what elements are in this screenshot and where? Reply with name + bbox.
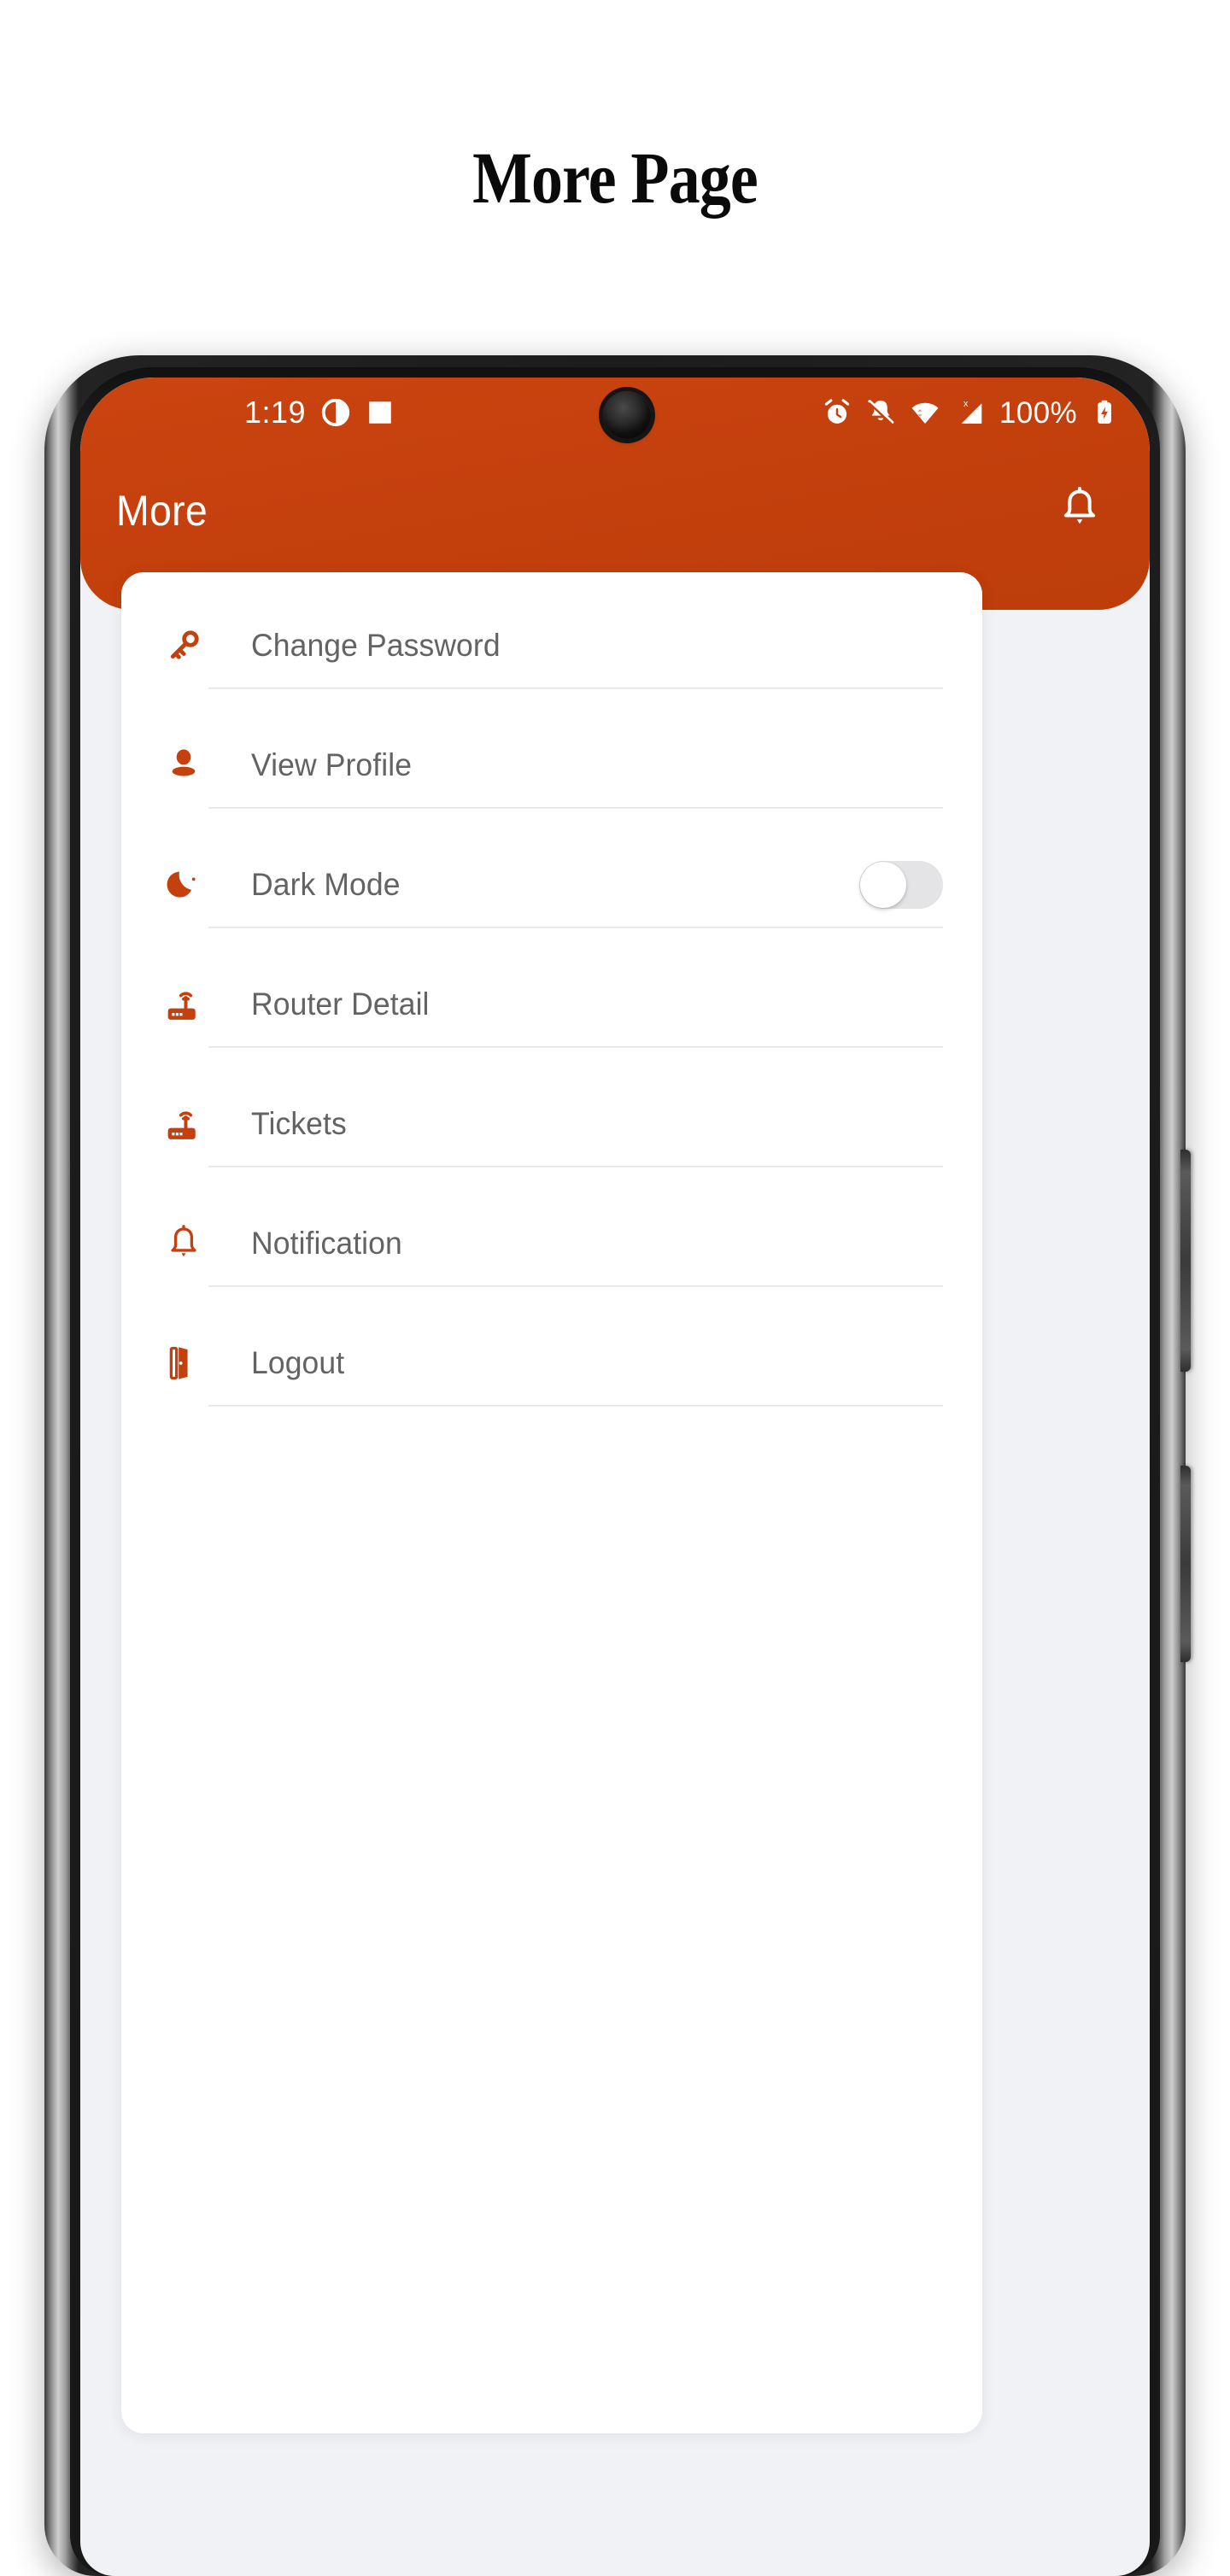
menu-item-view-profile[interactable]: View Profile (121, 723, 982, 807)
menu-divider (208, 1405, 943, 1406)
menu-gap (121, 688, 982, 723)
menu-item-dark-mode[interactable]: Dark Mode (121, 842, 982, 927)
phone-screen: 1:19 x 100% More Change Password View Pr… (80, 378, 1150, 2576)
phone-mockup: 1:19 x 100% More Change Password View Pr… (44, 355, 1191, 2576)
menu-item-change-password[interactable]: Change Password (121, 603, 982, 688)
logout-door-icon (162, 1342, 219, 1385)
screen-record-icon (319, 396, 352, 429)
menu-divider (208, 927, 943, 928)
menu-item-tickets[interactable]: Tickets (121, 1081, 982, 1166)
battery-percent-label: 100% (999, 395, 1077, 430)
moon-stars-icon (162, 864, 219, 906)
menu-item-label: Tickets (251, 1105, 347, 1141)
status-bar-right: x 100% (822, 396, 1119, 429)
menu-item-notification[interactable]: Notification (121, 1201, 982, 1285)
volume-rocker-button[interactable] (1180, 1150, 1191, 1372)
menu-item-label: Dark Mode (251, 866, 401, 902)
menu-divider (208, 1046, 943, 1047)
menu-gap (121, 1167, 982, 1201)
wifi-icon (909, 396, 941, 429)
settings-menu-list: Change Password View Profile Dark Mode R… (121, 603, 982, 1406)
person-icon (162, 744, 219, 787)
bell-outline-icon (162, 1222, 219, 1265)
toggle-knob (860, 861, 906, 908)
router-icon (162, 1103, 219, 1145)
menu-gap (121, 808, 982, 842)
menu-item-label: Router Detail (251, 986, 430, 1022)
bell-icon (1056, 485, 1104, 537)
app-bar: More (80, 460, 1150, 562)
punch-hole-camera (603, 391, 651, 439)
menu-gap (121, 1047, 982, 1081)
battery-charging-icon (1090, 398, 1119, 427)
alarm-icon (822, 397, 852, 428)
menu-divider (208, 1285, 943, 1286)
signal-no-sim-icon: x (954, 396, 987, 429)
menu-divider (208, 807, 943, 808)
menu-gap (121, 928, 982, 962)
settings-card: Change Password View Profile Dark Mode R… (121, 572, 982, 2433)
menu-item-trailing (859, 860, 943, 909)
dark-mode-toggle[interactable] (859, 860, 943, 909)
menu-divider (208, 1166, 943, 1167)
bell-muted-icon (865, 397, 896, 428)
page-title: More Page (472, 137, 758, 219)
key-icon (162, 624, 219, 667)
menu-gap (121, 1286, 982, 1320)
menu-item-logout[interactable]: Logout (121, 1320, 982, 1405)
status-time: 1:19 (244, 395, 307, 430)
menu-item-label: Change Password (251, 627, 501, 663)
menu-item-label: Notification (251, 1225, 402, 1261)
router-icon (162, 983, 219, 1026)
power-button[interactable] (1180, 1466, 1191, 1662)
stop-square-icon (366, 398, 395, 427)
status-bar-left: 1:19 (244, 396, 395, 429)
svg-text:x: x (964, 399, 969, 409)
notifications-button[interactable] (1049, 480, 1110, 542)
menu-item-router-detail[interactable]: Router Detail (121, 962, 982, 1046)
menu-item-label: View Profile (251, 746, 413, 782)
menu-item-label: Logout (251, 1344, 345, 1380)
app-bar-title: More (116, 487, 208, 535)
